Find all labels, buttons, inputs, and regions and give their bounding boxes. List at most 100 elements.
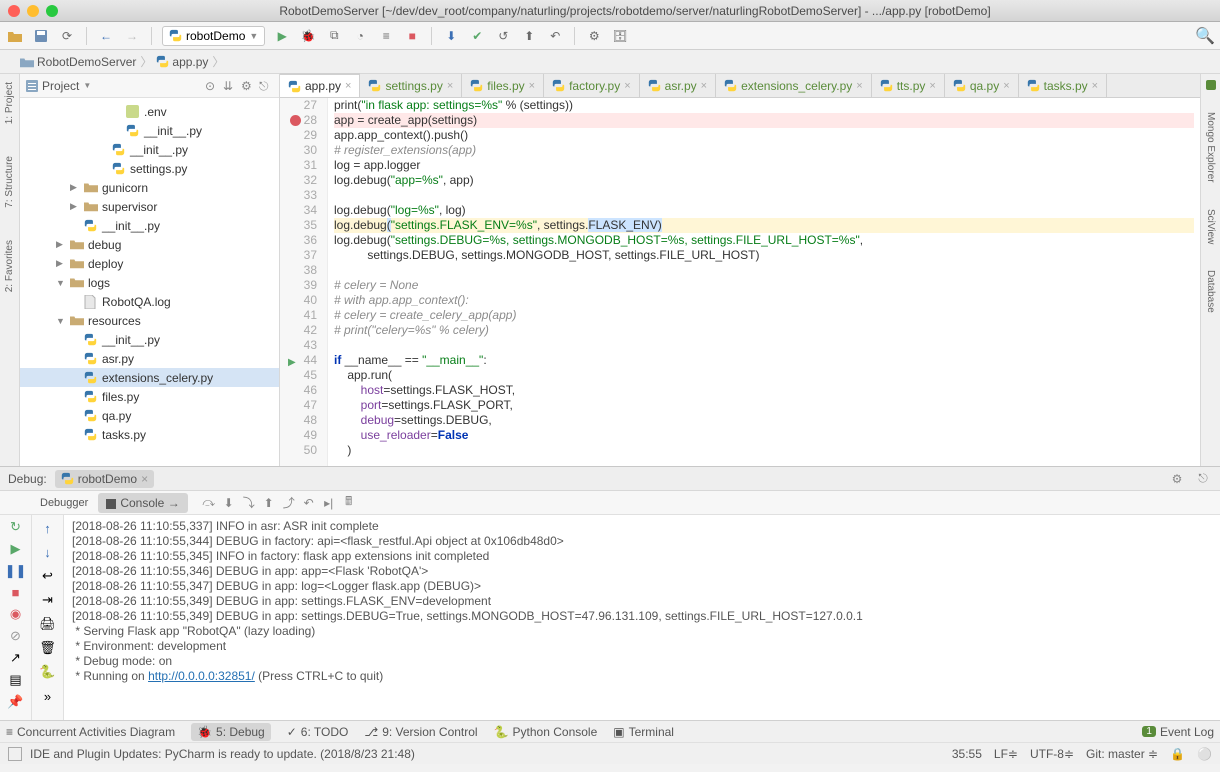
terminal-tab[interactable]: ▣ Terminal [613, 725, 674, 739]
code-editor[interactable]: 272829303132333435363738394041424344▶454… [280, 98, 1200, 466]
back-icon[interactable]: ← [97, 27, 115, 45]
hide-panel-icon[interactable]: ⎋ [259, 79, 273, 93]
refresh-icon[interactable]: ⟳ [58, 27, 76, 45]
breadcrumb-file[interactable]: app.py [156, 55, 208, 69]
forward-icon[interactable]: → [123, 27, 141, 45]
settings-icon[interactable]: ⚙ [585, 27, 603, 45]
close-tab-icon[interactable]: × [1092, 80, 1098, 92]
close-tab-icon[interactable]: × [1003, 80, 1009, 92]
tree-item[interactable]: ▼logs [20, 273, 279, 292]
python-console-tab[interactable]: 🐍 Python Console [494, 725, 598, 739]
structure-toolwindow-tab[interactable]: 7: Structure [4, 152, 15, 212]
debug-console-output[interactable]: [2018-08-26 11:10:55,337] INFO in asr: A… [64, 515, 1220, 720]
tree-item[interactable]: extensions_celery.py [20, 368, 279, 387]
breadcrumb-project[interactable]: RobotDemoServer [20, 55, 136, 69]
clear-icon[interactable]: 🗑 [39, 639, 57, 657]
vcs-push-icon[interactable]: ⬆ [520, 27, 538, 45]
open-icon[interactable] [6, 27, 24, 45]
debug-icon[interactable]: 🐞 [299, 27, 317, 45]
collapse-all-icon[interactable]: ⇊ [223, 79, 237, 93]
memory-indicator[interactable]: ⚪ [1197, 747, 1212, 761]
save-icon[interactable] [32, 27, 50, 45]
scroll-from-source-icon[interactable]: ⊙ [205, 79, 219, 93]
line-separator[interactable]: LF≑ [994, 747, 1018, 761]
layout-icon[interactable]: ▤ [7, 672, 25, 688]
step-into-icon[interactable]: ⬇ [220, 494, 238, 512]
show-python-prompt-icon[interactable]: 🐍 [39, 663, 57, 681]
more2-icon[interactable]: » [39, 687, 57, 705]
project-toolwindow-tab[interactable]: 1: Project [4, 78, 15, 128]
tree-item[interactable]: ▶gunicorn [20, 178, 279, 197]
run-config-selector[interactable]: robotDemo ▼ [162, 26, 265, 46]
debug-config-tab[interactable]: robotDemo × [55, 470, 154, 488]
breakpoint-icon[interactable] [290, 115, 301, 126]
tree-item[interactable]: __init__.py [20, 140, 279, 159]
close-tab-icon[interactable]: × [345, 80, 351, 92]
editor-tab[interactable]: tasks.py× [1019, 74, 1107, 97]
editor-tab[interactable]: tts.py× [872, 74, 945, 97]
close-tab-icon[interactable]: × [701, 80, 707, 92]
vcs-update-icon[interactable]: ⬇ [442, 27, 460, 45]
stop-icon[interactable]: ■ [403, 27, 421, 45]
debug-tab[interactable]: 🐞 5: Debug [191, 723, 271, 741]
editor-tab[interactable]: app.py× [280, 73, 360, 97]
tree-item[interactable]: ▼resources [20, 311, 279, 330]
run-to-cursor-icon[interactable]: ▸| [320, 494, 338, 512]
editor-tab[interactable]: extensions_celery.py× [716, 74, 872, 97]
close-tab-icon[interactable]: × [856, 80, 862, 92]
file-encoding[interactable]: UTF-8≑ [1030, 747, 1074, 761]
view-breakpoints-icon[interactable]: ◉ [7, 606, 25, 622]
close-window-button[interactable] [8, 5, 20, 17]
mongo-toolwindow-tab[interactable]: Mongo Explorer [1205, 108, 1216, 187]
close-tab-icon[interactable]: × [929, 80, 935, 92]
vcs-commit-icon[interactable]: ✔ [468, 27, 486, 45]
drop-frame-icon[interactable]: ↶ [300, 494, 318, 512]
step-out-icon[interactable]: ⤴ [280, 494, 298, 512]
coverage-icon[interactable]: ⧉ [325, 27, 343, 45]
scroll-end-icon[interactable]: ⇥ [39, 591, 57, 609]
db-icon[interactable]: 🗄 [611, 27, 629, 45]
caret-position[interactable]: 35:55 [952, 747, 982, 761]
vcs-tab[interactable]: ⎇ 9: Version Control [364, 725, 477, 739]
stop-debug-icon[interactable]: ■ [7, 585, 25, 600]
vcs-history-icon[interactable]: ↺ [494, 27, 512, 45]
close-tab-icon[interactable]: × [624, 80, 630, 92]
event-log-tab[interactable]: 1 Event Log [1142, 725, 1214, 739]
search-everywhere-icon[interactable]: 🔍 [1196, 27, 1214, 45]
print-icon[interactable]: 🖨 [39, 615, 57, 633]
server-url-link[interactable]: http://0.0.0.0:32851/ [148, 669, 255, 683]
editor-tab[interactable]: asr.py× [640, 74, 716, 97]
step-into-my-icon[interactable]: ⤵ [240, 494, 258, 512]
gear-icon[interactable]: ⚙ [241, 79, 255, 93]
editor-tab[interactable]: settings.py× [360, 74, 462, 97]
force-step-icon[interactable]: ⬆ [260, 494, 278, 512]
close-tab-icon[interactable]: × [529, 80, 535, 92]
tree-item[interactable]: tasks.py [20, 425, 279, 444]
up-trace-icon[interactable]: ↑ [39, 519, 57, 537]
run-icon[interactable]: ▶ [273, 27, 291, 45]
project-tree[interactable]: .env__init__.py__init__.pysettings.py▶gu… [20, 98, 279, 466]
evaluate-icon[interactable]: 🖩 [340, 494, 358, 512]
mute-breakpoints-icon[interactable]: ⊘ [7, 628, 25, 644]
tree-item[interactable]: files.py [20, 387, 279, 406]
console-tab[interactable]: Console → [98, 493, 187, 513]
editor-tab[interactable]: factory.py× [544, 74, 640, 97]
todo-tab[interactable]: ✓ 6: TODO [287, 725, 349, 739]
tree-item[interactable]: asr.py [20, 349, 279, 368]
profile-icon[interactable]: ◔ [351, 27, 369, 45]
toolwindow-quick-icon[interactable] [8, 747, 22, 761]
debug-settings-icon[interactable]: ⚙ [1168, 470, 1186, 488]
database-toolwindow-tab[interactable]: Database [1205, 266, 1216, 317]
more-icon[interactable]: » [7, 716, 25, 720]
inspection-indicator[interactable] [1206, 80, 1216, 90]
tree-item[interactable]: ▶deploy [20, 254, 279, 273]
tree-item[interactable]: RobotQA.log [20, 292, 279, 311]
rerun-icon[interactable]: ↻ [7, 519, 25, 535]
zoom-window-button[interactable] [46, 5, 58, 17]
down-trace-icon[interactable]: ↓ [39, 543, 57, 561]
editor-tab[interactable]: qa.py× [945, 74, 1019, 97]
tree-item[interactable]: __init__.py [20, 216, 279, 235]
vcs-revert-icon[interactable]: ↶ [546, 27, 564, 45]
sciview-toolwindow-tab[interactable]: SciView [1205, 205, 1216, 248]
show-exec-icon[interactable]: ↗ [7, 650, 25, 666]
